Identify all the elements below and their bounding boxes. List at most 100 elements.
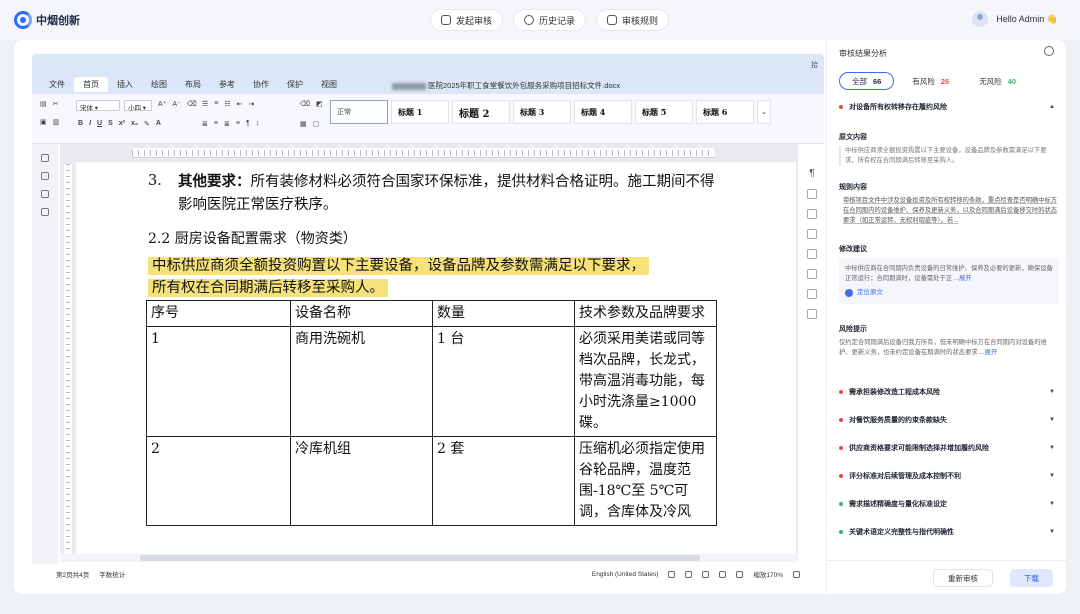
eraser-icon[interactable]: ⌫ [300, 100, 310, 108]
menu-tab[interactable]: 首页 [74, 77, 108, 92]
menu-tab[interactable]: 布局 [176, 77, 210, 92]
underline-icon[interactable]: U [97, 120, 102, 128]
style-heading-2[interactable]: 标题 2 [452, 100, 510, 124]
paste-icon[interactable]: ▤ [40, 100, 47, 108]
vertical-ruler[interactable] [64, 164, 72, 554]
image-icon[interactable] [807, 209, 817, 219]
filter-tab[interactable]: 无风险 40 [967, 72, 1028, 90]
expand-icon[interactable]: ▼ [1049, 473, 1055, 479]
mail-icon[interactable] [807, 309, 817, 319]
expand-icon[interactable]: ▼ [1049, 389, 1055, 395]
language[interactable]: English (United States) [592, 571, 658, 578]
italic-icon[interactable]: I [89, 120, 91, 128]
fit-width-icon[interactable] [719, 570, 727, 578]
page-icon[interactable] [807, 229, 817, 239]
menu-tab[interactable]: 参考 [210, 77, 244, 92]
paragraph-mark-icon[interactable]: ¶ [246, 120, 250, 128]
horizontal-ruler[interactable] [132, 148, 714, 158]
align-center-icon[interactable]: ≡ [214, 120, 218, 128]
font-name-select[interactable]: 宋体 ▾ [76, 100, 120, 112]
highlighted-clause[interactable]: 中标供应商须全额投资购置以下主要设备，设备品牌及参数需满足以下要求， 所有权在合… [148, 255, 726, 299]
word-count[interactable]: 字数统计 [99, 569, 125, 579]
chart-icon[interactable] [807, 269, 817, 279]
chat-icon[interactable] [41, 190, 49, 198]
collapse-icon[interactable]: ▲ [1049, 104, 1055, 110]
risk-item[interactable]: 需承担装修改造工程成本风险 ▼ [839, 378, 1055, 406]
strikethrough-icon[interactable]: S [108, 120, 113, 128]
decrease-indent-icon[interactable]: ⇤ [237, 100, 243, 108]
document-page[interactable]: 3. 其他要求：所有装修材料必须符合国家环保标准，提供材料合格证明。施工期间不得… [76, 162, 796, 554]
expand-icon[interactable]: ▼ [1049, 501, 1055, 507]
clear-format-icon[interactable]: ⌫ [187, 100, 197, 108]
border-icon[interactable]: ▢ [313, 120, 320, 128]
risk-item[interactable]: 对餐饮服务质量的约束条款缺失 ▼ [839, 406, 1055, 434]
menu-tab[interactable]: 保护 [278, 77, 312, 92]
tip-expand-link[interactable]: ...展开 [979, 349, 997, 356]
superscript-icon[interactable]: x² [119, 120, 125, 128]
table-icon[interactable] [807, 189, 817, 199]
paragraph-icon[interactable]: ¶ [800, 168, 824, 179]
re-review-button[interactable]: 重新审核 [933, 569, 993, 587]
navigation-icon[interactable] [41, 154, 49, 162]
style-heading-4[interactable]: 标题 4 [574, 100, 632, 124]
multilevel-list-icon[interactable]: ☷ [224, 100, 230, 108]
shading-icon[interactable]: ▦ [300, 120, 307, 128]
justify-icon[interactable]: ≡ [236, 120, 240, 128]
menu-tab[interactable]: 插入 [108, 77, 142, 92]
style-normal[interactable]: 正常 [330, 100, 388, 124]
locate-original-button[interactable]: 定位原文 [845, 288, 1053, 298]
focus-icon[interactable] [702, 570, 710, 578]
menu-tab[interactable]: 文件 [40, 77, 74, 92]
style-heading-6[interactable]: 标题 6 [696, 100, 754, 124]
number-list-icon[interactable]: ≡ [214, 100, 218, 108]
increase-indent-icon[interactable]: ⇥ [249, 100, 255, 108]
app-logo[interactable]: 中烟创新 [14, 11, 80, 29]
scrollbar-thumb[interactable] [140, 555, 700, 561]
expand-link[interactable]: ...展开 [954, 275, 972, 282]
filter-tab[interactable]: 全部 66 [839, 72, 895, 90]
user-menu[interactable]: Hello Admin 👋 [972, 11, 1058, 27]
expand-icon[interactable]: ▼ [1049, 417, 1055, 423]
format-painter-icon[interactable]: ▥ [53, 118, 60, 126]
menu-tab[interactable]: 绘图 [142, 77, 176, 92]
outline-icon[interactable] [41, 208, 49, 216]
rules-button[interactable]: 审核规则 [596, 9, 670, 31]
align-right-icon[interactable]: ≣ [224, 120, 230, 128]
cut-icon[interactable]: ✂ [53, 100, 59, 108]
text-art-icon[interactable] [807, 289, 817, 299]
style-heading-5[interactable]: 标题 5 [635, 100, 693, 124]
risk-item[interactable]: 评分标准对后续管理及成本控制不利 ▼ [839, 462, 1055, 490]
bold-icon[interactable]: B [78, 120, 83, 128]
style-heading-3[interactable]: 标题 3 [513, 100, 571, 124]
track-changes-icon[interactable] [685, 570, 693, 578]
horizontal-scrollbar[interactable] [60, 554, 798, 562]
grow-font-icon[interactable]: A⁺ [158, 100, 166, 108]
zoom-in-icon[interactable] [793, 570, 800, 578]
menu-tab[interactable]: 视图 [312, 77, 346, 92]
start-review-button[interactable]: 发起审核 [430, 9, 504, 31]
comment-icon[interactable] [41, 172, 49, 180]
subscript-icon[interactable]: x₂ [131, 120, 138, 128]
zoom-level[interactable]: 缩放170% [753, 569, 783, 579]
shape-icon[interactable] [807, 249, 817, 259]
font-size-select[interactable]: 小四 ▾ [124, 100, 152, 112]
filter-tab[interactable]: 有风险 26 [900, 72, 961, 90]
download-button[interactable]: 下载 [1010, 569, 1053, 587]
zoom-out-icon[interactable] [736, 570, 744, 578]
risk-item[interactable]: 关键术语定义完整性与指代明确性 ▼ [839, 518, 1055, 546]
bullet-list-icon[interactable]: ☰ [202, 100, 208, 108]
globe-icon[interactable] [668, 570, 676, 578]
style-heading-1[interactable]: 标题 1 [391, 100, 449, 124]
menu-tab[interactable]: 协作 [244, 77, 278, 92]
line-spacing-icon[interactable]: ↕ [256, 120, 260, 128]
user-search-icon[interactable] [1044, 46, 1054, 56]
risk-item[interactable]: 供应商资格要求可能限制选择并增加履约风险 ▼ [839, 434, 1055, 462]
risk-item[interactable]: 需求描述精确度与量化标准设定 ▼ [839, 490, 1055, 518]
corner-label[interactable]: 拾 [811, 60, 818, 70]
expand-icon[interactable]: ▼ [1049, 445, 1055, 451]
font-color-icon[interactable]: A [156, 120, 161, 128]
risk-item-expanded[interactable]: 对设备所有权转移存在履约风险 ▲ [839, 102, 1055, 112]
fill-icon[interactable]: ◩ [316, 100, 323, 108]
history-button[interactable]: 历史记录 [513, 9, 587, 31]
style-more-icon[interactable]: ⌄ [757, 100, 771, 124]
